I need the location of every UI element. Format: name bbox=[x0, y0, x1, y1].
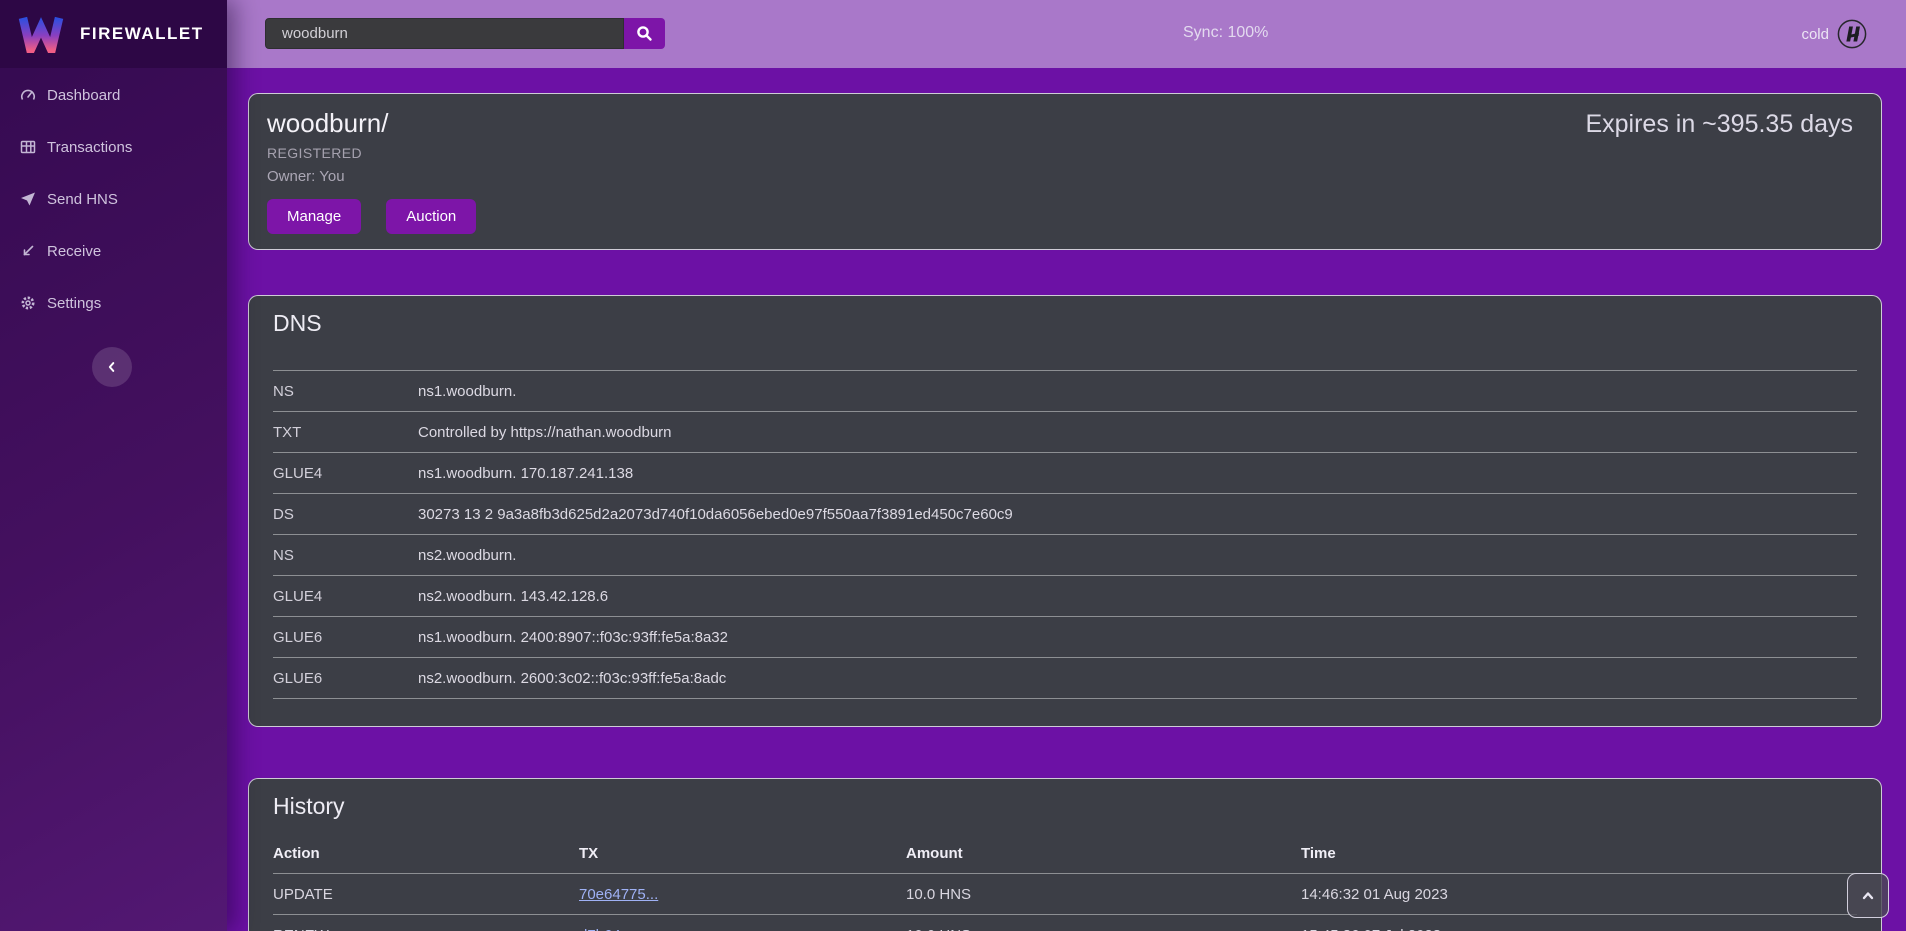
manage-button[interactable]: Manage bbox=[267, 199, 361, 234]
sidebar-item-label: Transactions bbox=[47, 139, 132, 156]
send-icon bbox=[20, 191, 36, 207]
dns-record-value: ns1.woodburn. bbox=[418, 383, 1857, 400]
scroll-to-top-button[interactable] bbox=[1847, 873, 1889, 918]
history-col-tx: TX bbox=[579, 845, 906, 862]
gear-icon bbox=[20, 295, 36, 311]
dns-record-value: ns1.woodburn. 2400:8907::f03c:93ff:fe5a:… bbox=[418, 629, 1857, 646]
wallet-name: cold bbox=[1801, 26, 1829, 43]
sidebar-item-label: Settings bbox=[47, 295, 101, 312]
dns-record-value: ns2.woodburn. 2600:3c02::f03c:93ff:fe5a:… bbox=[418, 670, 1857, 687]
history-time: 14:46:32 01 Aug 2023 bbox=[1301, 886, 1857, 903]
dns-record-value: ns2.woodburn. bbox=[418, 547, 1857, 564]
sidebar-item-label: Send HNS bbox=[47, 191, 118, 208]
domain-card: woodburn/ REGISTERED Owner: You Manage A… bbox=[248, 93, 1882, 250]
sidebar: FIREWALLET Dashboard Transactions bbox=[0, 0, 227, 931]
history-col-action: Action bbox=[273, 845, 579, 862]
firewallet-logo-icon bbox=[18, 15, 64, 53]
dns-record-row: GLUE6 ns1.woodburn. 2400:8907::f03c:93ff… bbox=[273, 617, 1857, 658]
dns-record-row: GLUE4 ns1.woodburn. 170.187.241.138 bbox=[273, 453, 1857, 494]
domain-expiry: Expires in ~395.35 days bbox=[1585, 110, 1853, 139]
sidebar-item-receive[interactable]: Receive bbox=[0, 225, 227, 277]
history-col-amount: Amount bbox=[906, 845, 1301, 862]
handshake-logo-icon bbox=[1837, 19, 1867, 49]
history-row: RENEW d7b64c... 10.0 HNS 15:45:36 07 Jul… bbox=[273, 914, 1857, 931]
sidebar-item-label: Dashboard bbox=[47, 87, 120, 104]
tx-link[interactable]: 70e64775... bbox=[579, 886, 658, 903]
dns-record-type: GLUE6 bbox=[273, 629, 418, 646]
history-card-title: History bbox=[273, 793, 1857, 820]
sync-status: Sync: 100% bbox=[1183, 24, 1268, 42]
domain-owner: Owner: You bbox=[267, 168, 1863, 185]
history-row: UPDATE 70e64775... 10.0 HNS 14:46:32 01 … bbox=[273, 873, 1857, 914]
domain-actions: Manage Auction bbox=[267, 199, 1863, 234]
history-col-time: Time bbox=[1301, 845, 1857, 862]
history-amount: 10.0 HNS bbox=[906, 927, 1301, 931]
dns-record-type: GLUE4 bbox=[273, 588, 418, 605]
domain-status: REGISTERED bbox=[267, 145, 1863, 161]
topbar: Sync: 100% cold bbox=[227, 0, 1906, 68]
sidebar-item-label: Receive bbox=[47, 243, 101, 260]
history-card: History Action TX Amount Time UPDATE 70e… bbox=[248, 778, 1882, 931]
search-button[interactable] bbox=[624, 18, 665, 49]
dns-record-row: GLUE4 ns2.woodburn. 143.42.128.6 bbox=[273, 576, 1857, 617]
sidebar-item-settings[interactable]: Settings bbox=[0, 277, 227, 329]
sidebar-collapse-button[interactable] bbox=[92, 347, 132, 387]
search-icon bbox=[636, 25, 653, 42]
dns-record-type: GLUE4 bbox=[273, 465, 418, 482]
history-action: RENEW bbox=[273, 927, 579, 931]
dns-record-type: TXT bbox=[273, 424, 418, 441]
search-input[interactable] bbox=[265, 18, 624, 49]
dns-record-value: ns1.woodburn. 170.187.241.138 bbox=[418, 465, 1857, 482]
dns-card: DNS NS ns1.woodburn. TXT Controlled by h… bbox=[248, 295, 1882, 727]
dns-record-value: Controlled by https://nathan.woodburn bbox=[418, 424, 1857, 441]
dns-record-row: NS ns2.woodburn. bbox=[273, 535, 1857, 576]
dns-record-value: 30273 13 2 9a3a8fb3d625d2a2073d740f10da6… bbox=[418, 506, 1857, 523]
dns-record-type: NS bbox=[273, 547, 418, 564]
receive-arrow-icon bbox=[20, 243, 36, 259]
history-header-row: Action TX Amount Time bbox=[273, 833, 1857, 873]
chevron-up-icon bbox=[1860, 888, 1876, 904]
table-icon bbox=[20, 139, 36, 155]
chevron-left-icon bbox=[105, 360, 119, 374]
dns-record-row: NS ns1.woodburn. bbox=[273, 371, 1857, 412]
gauge-icon bbox=[20, 87, 36, 103]
wallet-selector[interactable]: cold bbox=[1801, 0, 1867, 68]
auction-button[interactable]: Auction bbox=[386, 199, 476, 234]
brand-name: FIREWALLET bbox=[80, 24, 204, 44]
search-group bbox=[265, 18, 665, 49]
dns-record-value: ns2.woodburn. 143.42.128.6 bbox=[418, 588, 1857, 605]
sidebar-item-send-hns[interactable]: Send HNS bbox=[0, 173, 227, 225]
dns-record-row: DS 30273 13 2 9a3a8fb3d625d2a2073d740f10… bbox=[273, 494, 1857, 535]
sidebar-item-transactions[interactable]: Transactions bbox=[0, 121, 227, 173]
dns-record-row: TXT Controlled by https://nathan.woodbur… bbox=[273, 412, 1857, 453]
history-amount: 10.0 HNS bbox=[906, 886, 1301, 903]
dns-record-type: GLUE6 bbox=[273, 670, 418, 687]
dns-record-type: DS bbox=[273, 506, 418, 523]
dns-table: NS ns1.woodburn. TXT Controlled by https… bbox=[273, 370, 1857, 699]
history-time: 15:45:36 07 Jul 2023 bbox=[1301, 927, 1857, 931]
brand: FIREWALLET bbox=[0, 0, 227, 68]
sidebar-nav: Dashboard Transactions Send HNS bbox=[0, 69, 227, 329]
dns-record-type: NS bbox=[273, 383, 418, 400]
dns-card-title: DNS bbox=[273, 310, 1857, 337]
sidebar-item-dashboard[interactable]: Dashboard bbox=[0, 69, 227, 121]
dns-record-row: GLUE6 ns2.woodburn. 2600:3c02::f03c:93ff… bbox=[273, 658, 1857, 699]
history-action: UPDATE bbox=[273, 886, 579, 903]
tx-link[interactable]: d7b64c... bbox=[579, 927, 641, 931]
